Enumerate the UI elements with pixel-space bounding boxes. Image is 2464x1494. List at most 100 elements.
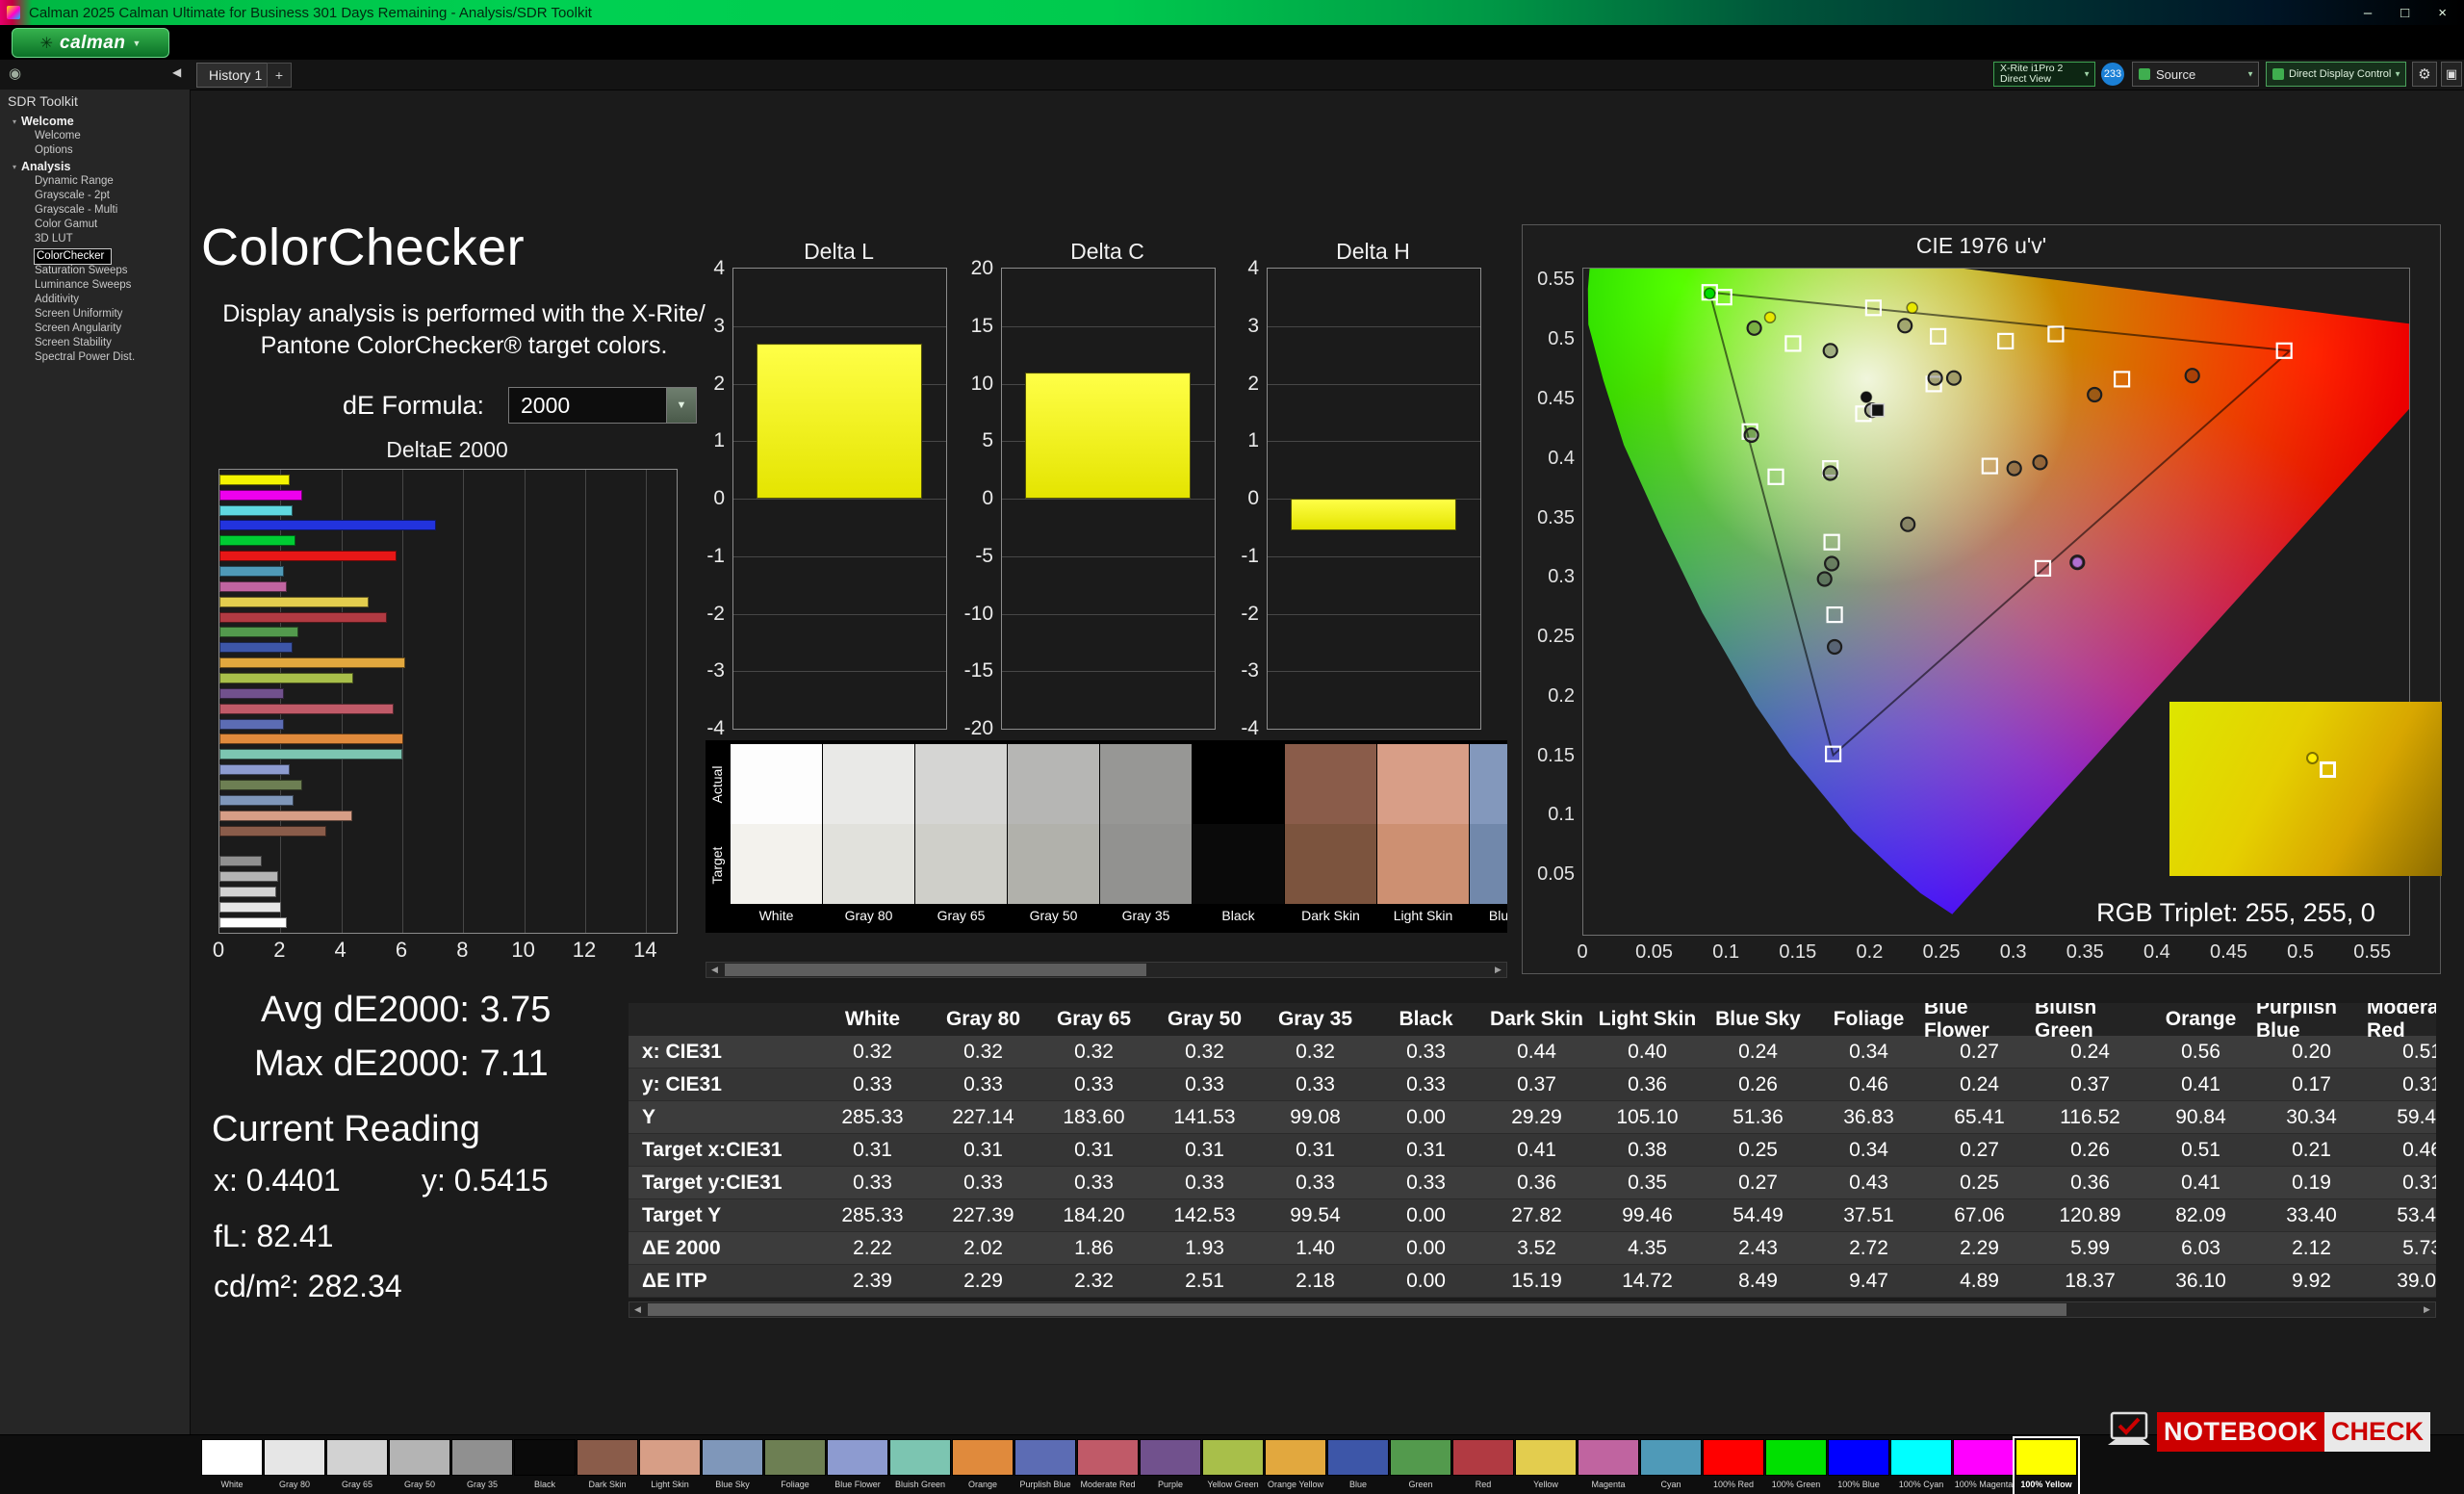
- patch-gray-35[interactable]: Gray 35: [451, 1439, 513, 1493]
- table-cell: 65.41: [1924, 1101, 2035, 1133]
- sidebar-item-spectral-power-dist[interactable]: Spectral Power Dist.: [0, 350, 190, 365]
- sidebar-item-color-gamut[interactable]: Color Gamut: [0, 218, 190, 232]
- table-cell: 18.37: [2035, 1265, 2145, 1297]
- patch-white[interactable]: White: [201, 1439, 263, 1493]
- patch-foliage[interactable]: Foliage: [764, 1439, 826, 1493]
- maximize-button[interactable]: □: [2400, 5, 2409, 21]
- patch-purplish-blue[interactable]: Purplish Blue: [1014, 1439, 1076, 1493]
- sidebar-item-luminance-sweeps[interactable]: Luminance Sweeps: [0, 278, 190, 293]
- deltae-x-tick: 0: [213, 938, 224, 963]
- table-row-label: Target x:CIE31: [629, 1134, 817, 1166]
- patch-red[interactable]: Red: [1452, 1439, 1514, 1493]
- patch-green[interactable]: Green: [1390, 1439, 1451, 1493]
- table-cell: 51.36: [1703, 1101, 1813, 1133]
- workspace-pin-icon[interactable]: ◉: [9, 64, 21, 82]
- cie-x-tick: 0.4: [2143, 941, 2170, 964]
- sidebar-item-dynamic-range[interactable]: Dynamic Range: [0, 174, 190, 189]
- table-cell: 27.82: [1481, 1199, 1592, 1231]
- scrollbar-thumb[interactable]: [725, 964, 1146, 976]
- patch-orange[interactable]: Orange: [952, 1439, 1014, 1493]
- meter-dropdown[interactable]: X-Rite i1Pro 2 Direct View ▼: [1993, 62, 2095, 87]
- sidebar-item-grayscale-multi[interactable]: Grayscale - Multi: [0, 203, 190, 218]
- patch-gray-50[interactable]: Gray 50: [389, 1439, 450, 1493]
- patch-moderate-red[interactable]: Moderate Red: [1077, 1439, 1139, 1493]
- scrollbar-thumb[interactable]: [648, 1303, 2066, 1316]
- swatch-strip-scrollbar[interactable]: ◀ ▶: [706, 962, 1507, 978]
- scrollbar-track[interactable]: [646, 1302, 2419, 1317]
- scroll-left-icon[interactable]: ◀: [706, 965, 723, 975]
- patch-bluish-green[interactable]: Bluish Green: [889, 1439, 951, 1493]
- sidebar-item-colorchecker[interactable]: ColorChecker: [35, 249, 111, 264]
- patch-label: Yellow Green: [1202, 1476, 1264, 1493]
- sidebar-item-screen-angularity[interactable]: Screen Angularity: [0, 322, 190, 336]
- cie-current-marker: [1871, 404, 1884, 417]
- sidebar-item-saturation-sweeps[interactable]: Saturation Sweeps: [0, 264, 190, 278]
- patch-label: 100% Magenta: [1953, 1476, 2015, 1493]
- table-cell: 0.37: [2035, 1069, 2145, 1100]
- calman-logo-button[interactable]: ✳ calman ▼: [12, 28, 169, 58]
- patch-light-skin[interactable]: Light Skin: [639, 1439, 701, 1493]
- cie-chart-title: CIE 1976 u'v': [1523, 233, 2440, 259]
- patch-dark-skin[interactable]: Dark Skin: [577, 1439, 638, 1493]
- scroll-left-icon[interactable]: ◀: [629, 1304, 646, 1315]
- patch-100-yellow[interactable]: 100% Yellow: [2015, 1439, 2077, 1493]
- patch-blue-flower[interactable]: Blue Flower: [827, 1439, 888, 1493]
- layout-button[interactable]: ▣: [2441, 62, 2462, 87]
- settings-button[interactable]: ⚙: [2412, 62, 2437, 87]
- sidebar-section-label: Welcome: [21, 115, 74, 128]
- minimize-button[interactable]: –: [2364, 5, 2372, 21]
- patch-magenta[interactable]: Magenta: [1578, 1439, 1639, 1493]
- patch-purple[interactable]: Purple: [1140, 1439, 1201, 1493]
- patch-100-red[interactable]: 100% Red: [1703, 1439, 1764, 1493]
- patch-100-blue[interactable]: 100% Blue: [1828, 1439, 1889, 1493]
- scrollbar-track[interactable]: [723, 963, 1490, 977]
- table-cell: 285.33: [817, 1101, 928, 1133]
- patch-blue-sky[interactable]: Blue Sky: [702, 1439, 763, 1493]
- patch-gray-80[interactable]: Gray 80: [264, 1439, 325, 1493]
- close-button[interactable]: ×: [2438, 5, 2447, 21]
- table-scrollbar[interactable]: ◀ ▶: [629, 1301, 2436, 1318]
- patch-swatch: [1140, 1439, 1201, 1476]
- patch-gray-65[interactable]: Gray 65: [326, 1439, 388, 1493]
- sidebar-item-options[interactable]: Options: [0, 143, 190, 158]
- source-icon: [2139, 68, 2150, 80]
- deltae-bar-purplish-blue: [219, 719, 284, 730]
- display-control-dropdown[interactable]: Direct Display Control ▼: [2266, 62, 2406, 87]
- deltae-bar-row: [219, 627, 677, 637]
- patch-100-green[interactable]: 100% Green: [1765, 1439, 1827, 1493]
- patch-yellow[interactable]: Yellow: [1515, 1439, 1577, 1493]
- scroll-right-icon[interactable]: ▶: [2419, 1304, 2435, 1315]
- measurement-count-badge[interactable]: 233: [2101, 63, 2124, 86]
- scroll-right-icon[interactable]: ▶: [1490, 965, 1506, 975]
- add-tab-button[interactable]: +: [267, 63, 292, 88]
- table-header-row: WhiteGray 80Gray 65Gray 50Gray 35BlackDa…: [629, 1003, 2436, 1036]
- de-formula-select[interactable]: 2000 ▼: [508, 387, 697, 424]
- table-cell: 285.33: [817, 1199, 928, 1231]
- sidebar-item-grayscale-2pt[interactable]: Grayscale - 2pt: [0, 189, 190, 203]
- patch-black[interactable]: Black: [514, 1439, 576, 1493]
- swatch-target: [1193, 824, 1284, 904]
- sidebar-item-screen-uniformity[interactable]: Screen Uniformity: [0, 307, 190, 322]
- deltae-bar-blue-flower: [219, 764, 290, 775]
- patch-swatch: [201, 1439, 263, 1476]
- deltae-bar-row: [219, 719, 677, 730]
- tab-history-1[interactable]: History 1: [196, 63, 274, 88]
- sidebar-item-welcome[interactable]: Welcome: [0, 129, 190, 143]
- sidebar-section-welcome[interactable]: ▾Welcome: [0, 113, 190, 129]
- patch-orange-yellow[interactable]: Orange Yellow: [1265, 1439, 1326, 1493]
- sidebar-item-screen-stability[interactable]: Screen Stability: [0, 336, 190, 350]
- patch-blue[interactable]: Blue: [1327, 1439, 1389, 1493]
- swatch-target: [1008, 824, 1099, 904]
- patch-100-cyan[interactable]: 100% Cyan: [1890, 1439, 1952, 1493]
- patch-yellow-green[interactable]: Yellow Green: [1202, 1439, 1264, 1493]
- patch-cyan[interactable]: Cyan: [1640, 1439, 1702, 1493]
- sidebar-item-3d-lut[interactable]: 3D LUT: [0, 232, 190, 246]
- sidebar-item-additivity[interactable]: Additivity: [0, 293, 190, 307]
- sidebar-section-analysis[interactable]: ▾Analysis: [0, 158, 190, 174]
- patch-100-magenta[interactable]: 100% Magenta: [1953, 1439, 2015, 1493]
- source-dropdown[interactable]: Source ▼: [2132, 62, 2259, 87]
- swatch-label: White: [731, 904, 822, 927]
- patch-label: Blue: [1327, 1476, 1389, 1493]
- sidebar-collapse-icon[interactable]: ◀: [172, 65, 181, 79]
- patch-label: Black: [514, 1476, 576, 1493]
